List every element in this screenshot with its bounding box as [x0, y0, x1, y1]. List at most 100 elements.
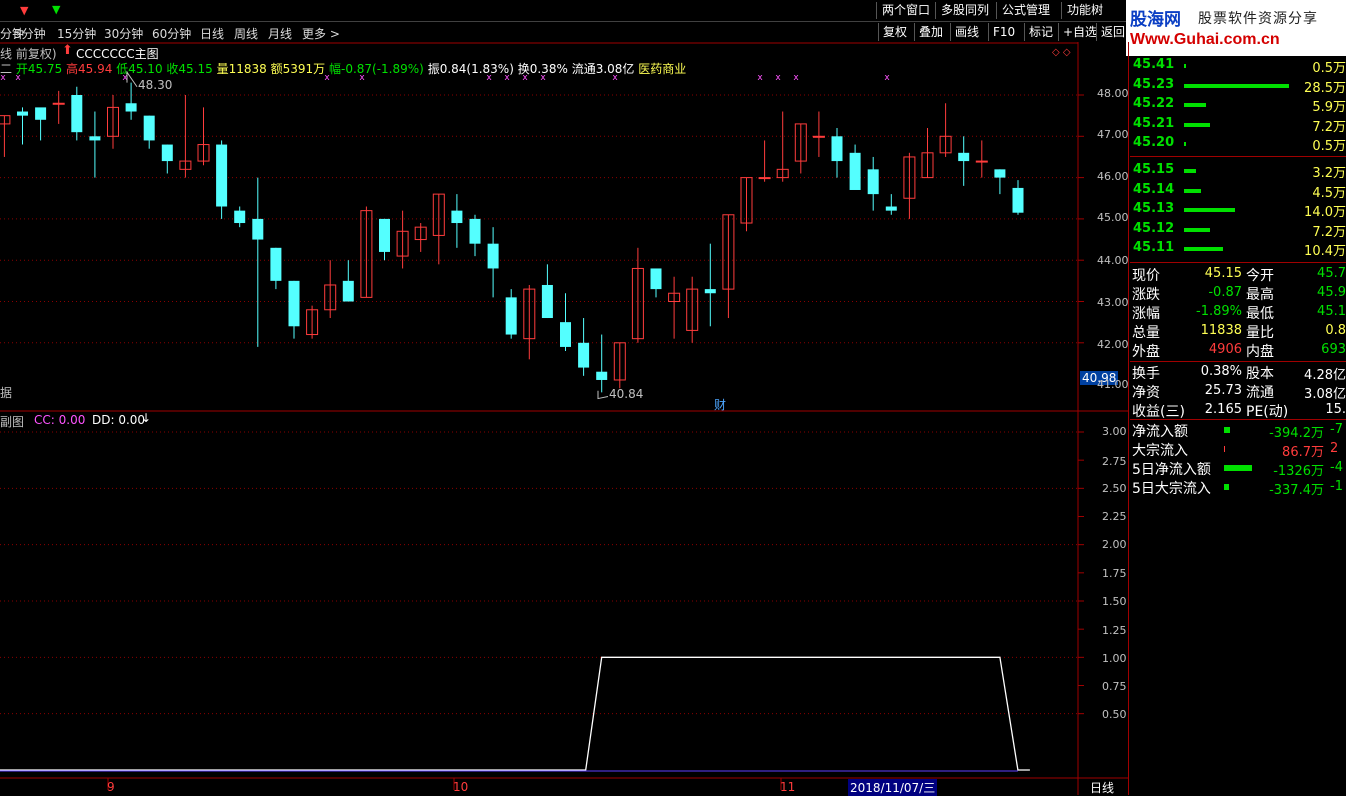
fin-marker[interactable]: 财	[714, 396, 726, 413]
bid-row[interactable]: 45.13 14.0万	[1130, 200, 1346, 220]
candle-body	[52, 102, 65, 105]
stat-value: 693	[1321, 342, 1346, 357]
sub-chart-title: 副图	[0, 415, 25, 429]
tool-button-5[interactable]: +自选	[1058, 23, 1101, 41]
candle-body	[578, 342, 590, 368]
period-label[interactable]: 日线	[1090, 779, 1114, 796]
candle-body	[161, 144, 173, 162]
function-tree-button[interactable]: 功能树	[1061, 2, 1109, 19]
bid-row[interactable]: 45.11 10.4万	[1130, 239, 1346, 259]
period-5[interactable]: 日线	[200, 25, 224, 42]
sub-axis-label: 1.50	[1102, 595, 1127, 608]
bid-volume-bar	[1184, 188, 1201, 193]
stat-label: 收益(三)	[1132, 404, 1185, 420]
stat-value: 0.38%	[1200, 364, 1242, 379]
stat-label: 外盘	[1132, 344, 1160, 360]
panel-divider	[1130, 361, 1346, 362]
multi-stock-button[interactable]: 多股同列	[935, 2, 995, 19]
ask-price: 45.41	[1133, 57, 1175, 72]
flow-label: 5日大宗流入	[1132, 481, 1211, 497]
flow-bar	[1224, 465, 1252, 471]
tool-button-1[interactable]: 叠加	[914, 23, 947, 41]
period-8[interactable]: 更多 >	[302, 25, 340, 42]
ask-row[interactable]: 45.20 0.5万	[1130, 134, 1346, 154]
ask-price: 45.21	[1133, 115, 1175, 131]
candle-body	[71, 95, 83, 133]
bid-row[interactable]: 45.15 3.2万	[1130, 161, 1346, 181]
sub-axis-label: 2.75	[1102, 455, 1127, 468]
signal-marker: x	[486, 73, 492, 83]
panel-divider	[1130, 156, 1346, 157]
candle-body	[35, 107, 47, 120]
price-axis-label: 47.00	[1097, 128, 1129, 141]
flow-value-2: 2	[1330, 441, 1339, 456]
ask-row[interactable]: 45.21 7.2万	[1130, 115, 1346, 135]
candle-body	[812, 135, 825, 138]
signal-marker: x	[15, 73, 21, 83]
price-axis-label: 45.00	[1097, 211, 1129, 224]
period-3[interactable]: 30分钟	[104, 25, 143, 42]
ask-volume: 0.5万	[1312, 61, 1346, 76]
green-down-arrow-icon[interactable]: ▼	[52, 3, 60, 16]
down-small-arrow-icon: ↓	[141, 411, 152, 425]
period-6[interactable]: 周线	[234, 25, 258, 42]
candle-body	[1012, 187, 1024, 213]
ask-row[interactable]: 45.23 28.5万	[1130, 76, 1346, 96]
stat-label: 最高	[1246, 287, 1274, 303]
signal-marker: x	[884, 73, 890, 83]
tool-button-4[interactable]: 标记	[1024, 23, 1057, 41]
ask-volume: 28.5万	[1304, 80, 1346, 96]
stat-value: 2.165	[1204, 402, 1242, 417]
tool-button-0[interactable]: 复权	[878, 23, 911, 41]
bid-row[interactable]: 45.14 4.5万	[1130, 181, 1346, 201]
sub-axis-label: 2.00	[1102, 538, 1127, 551]
kline-chart[interactable]: xxxxxxxxxxxxxx	[0, 42, 1128, 795]
flow-label: 大宗流入	[1132, 443, 1188, 459]
ask-row[interactable]: 45.41 0.5万	[1130, 56, 1346, 76]
ask-volume: 0.5万	[1312, 139, 1346, 154]
candle-body	[541, 284, 553, 319]
sub-axis-label: 3.00	[1102, 425, 1127, 438]
bid-price: 45.11	[1133, 240, 1175, 255]
panel-divider	[1130, 262, 1346, 263]
signal-marker: x	[757, 73, 763, 83]
period-2[interactable]: 15分钟	[57, 25, 96, 42]
candle-body	[125, 103, 137, 112]
candle-body	[469, 218, 481, 244]
flow-value-2: -4	[1330, 460, 1343, 475]
period-1[interactable]: 5分钟	[14, 25, 46, 42]
candle-body	[994, 169, 1006, 178]
ask-volume: 7.2万	[1312, 119, 1346, 135]
sub-axis-label: 1.00	[1102, 652, 1127, 665]
formula-manage-button[interactable]: 公式管理	[996, 2, 1056, 19]
stat-value: -0.87	[1208, 285, 1242, 300]
tool-button-3[interactable]: F10	[988, 23, 1019, 41]
bid-price: 45.12	[1133, 220, 1175, 236]
high-marker: 48.30	[138, 78, 173, 92]
bid-row[interactable]: 45.12 7.2万	[1130, 220, 1346, 240]
candle-body	[758, 177, 771, 180]
stat-label: 换手	[1132, 366, 1160, 382]
stat-value: 15.	[1325, 402, 1346, 417]
flow-value: 86.7万	[1282, 445, 1324, 460]
banner-title: 股海网	[1130, 10, 1181, 30]
ask-volume-bar	[1184, 142, 1187, 146]
ask-row[interactable]: 45.22 5.9万	[1130, 95, 1346, 115]
sub-axis-label: 1.75	[1102, 567, 1127, 580]
date-label-10: 10	[453, 780, 469, 794]
candle-body	[849, 152, 861, 190]
period-7[interactable]: 月线	[268, 25, 292, 42]
cursor-date: 2018/11/07/三	[848, 779, 938, 796]
tool-button-2[interactable]: 画线	[950, 23, 983, 41]
candle-body	[975, 160, 988, 163]
down-arrow-icon[interactable]: ▼	[20, 4, 28, 17]
tool-button-6[interactable]: 返回	[1096, 23, 1129, 41]
candle-body	[451, 210, 463, 224]
bid-volume-bar	[1184, 227, 1211, 232]
bid-volume: 10.4万	[1304, 244, 1346, 259]
stat-label: 现价	[1132, 268, 1160, 284]
two-windows-button[interactable]: 两个窗口	[876, 2, 936, 19]
banner-ad[interactable]: 股海网 股票软件资源分享 Www.Guhai.com.cn	[1126, 0, 1346, 56]
stat-label: 涨幅	[1132, 306, 1160, 322]
period-4[interactable]: 60分钟	[152, 25, 191, 42]
